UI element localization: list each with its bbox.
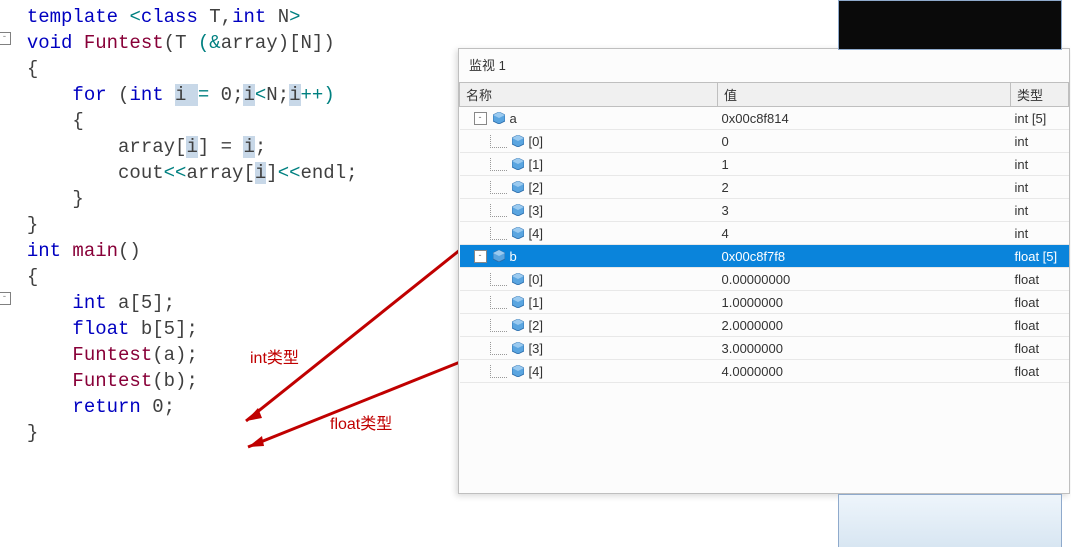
var-type: float [1011,291,1069,314]
watch-row[interactable]: [0] 0.00000000float [460,268,1069,291]
var-name: b [510,249,517,264]
var-type: float [1011,268,1069,291]
var-name: [3] [529,203,543,218]
tree-toggle[interactable]: - [474,112,487,125]
var-value[interactable]: 0 [718,130,1011,153]
var-name: a [510,111,517,126]
watch-row[interactable]: [1] 1.0000000float [460,291,1069,314]
variable-icon [493,112,505,124]
code-line[interactable]: { [4,56,464,82]
var-value[interactable]: 0x00c8f814 [718,107,1011,130]
watch-row[interactable]: [4] 4int [460,222,1069,245]
watch-row[interactable]: [1] 1int [460,153,1069,176]
var-value[interactable]: 2.0000000 [718,314,1011,337]
fold-toggle[interactable]: - [0,32,11,45]
var-value[interactable]: 0x00c8f7f8 [718,245,1011,268]
watch-row[interactable]: - a 0x00c8f814int [5] [460,107,1069,130]
var-name: [1] [529,295,543,310]
var-name: [0] [529,134,543,149]
variable-icon [493,250,505,262]
annotation-int: int类型 [250,344,299,368]
var-type: int [5] [1011,107,1069,130]
var-type: float [1011,337,1069,360]
code-line[interactable]: float b[5]; [4,316,464,342]
variable-icon [512,273,524,285]
var-type: int [1011,130,1069,153]
var-value[interactable]: 4.0000000 [718,360,1011,383]
preview-thumbnail[interactable] [838,494,1062,547]
watch-row[interactable]: - b 0x00c8f7f8float [5] [460,245,1069,268]
variable-icon [512,158,524,170]
code-line[interactable]: } [4,186,464,212]
code-line[interactable]: } [4,420,464,446]
code-line[interactable]: Funtest(a); [4,342,464,368]
variable-icon [512,365,524,377]
var-value[interactable]: 4 [718,222,1011,245]
watch-row[interactable]: [3] 3.0000000float [460,337,1069,360]
variable-icon [512,296,524,308]
col-header-type[interactable]: 类型 [1011,83,1069,107]
fold-gutter: - - [0,0,9,547]
code-line[interactable]: void Funtest(T (&array)[N]) [4,30,464,56]
var-name: [1] [529,157,543,172]
col-header-name[interactable]: 名称 [460,83,718,107]
var-value[interactable]: 1.0000000 [718,291,1011,314]
watch-row[interactable]: [3] 3int [460,199,1069,222]
watch-row[interactable]: [2] 2.0000000float [460,314,1069,337]
var-name: [4] [529,226,543,241]
code-line[interactable]: } [4,212,464,238]
variable-icon [512,135,524,147]
variable-icon [512,227,524,239]
variable-icon [512,181,524,193]
var-value[interactable]: 3.0000000 [718,337,1011,360]
watch-window[interactable]: 监视 1 名称 值 类型 -a0x00c8f814int [5][0]0int[… [458,48,1070,494]
fold-toggle[interactable]: - [0,292,11,305]
watch-row[interactable]: [2] 2int [460,176,1069,199]
variable-icon [512,342,524,354]
var-type: float [1011,360,1069,383]
var-type: int [1011,176,1069,199]
variable-icon [512,319,524,331]
watch-row[interactable]: [4] 4.0000000float [460,360,1069,383]
var-name: [2] [529,318,543,333]
tree-toggle[interactable]: - [474,250,487,263]
var-type: int [1011,153,1069,176]
code-line[interactable]: { [4,264,464,290]
code-editor[interactable]: - - template <class T,int N> void Funtes… [0,0,468,547]
var-type: float [5] [1011,245,1069,268]
var-name: [4] [529,364,543,379]
var-type: int [1011,199,1069,222]
col-header-value[interactable]: 值 [718,83,1011,107]
var-value[interactable]: 2 [718,176,1011,199]
code-line[interactable]: array[i] = i; [4,134,464,160]
var-value[interactable]: 1 [718,153,1011,176]
annotation-float: float类型 [330,410,392,434]
watch-title: 监视 1 [459,49,1069,82]
code-line[interactable]: Funtest(b); [4,368,464,394]
code-line[interactable]: { [4,108,464,134]
var-name: [0] [529,272,543,287]
watch-grid[interactable]: 名称 值 类型 -a0x00c8f814int [5][0]0int[1]1in… [459,82,1069,383]
var-name: [3] [529,341,543,356]
var-type: float [1011,314,1069,337]
code-line[interactable]: for (int i = 0;i<N;i++) [4,82,464,108]
code-line[interactable]: int a[5]; [4,290,464,316]
watch-row[interactable]: [0] 0int [460,130,1069,153]
var-value[interactable]: 0.00000000 [718,268,1011,291]
code-line[interactable]: template <class T,int N> [4,4,464,30]
code-line[interactable]: int main() [4,238,464,264]
var-name: [2] [529,180,543,195]
code-line[interactable]: cout<<array[i]<<endl; [4,160,464,186]
var-type: int [1011,222,1069,245]
var-value[interactable]: 3 [718,199,1011,222]
code-line[interactable]: return 0; [4,394,464,420]
variable-icon [512,204,524,216]
preview-thumbnail[interactable] [838,0,1062,50]
